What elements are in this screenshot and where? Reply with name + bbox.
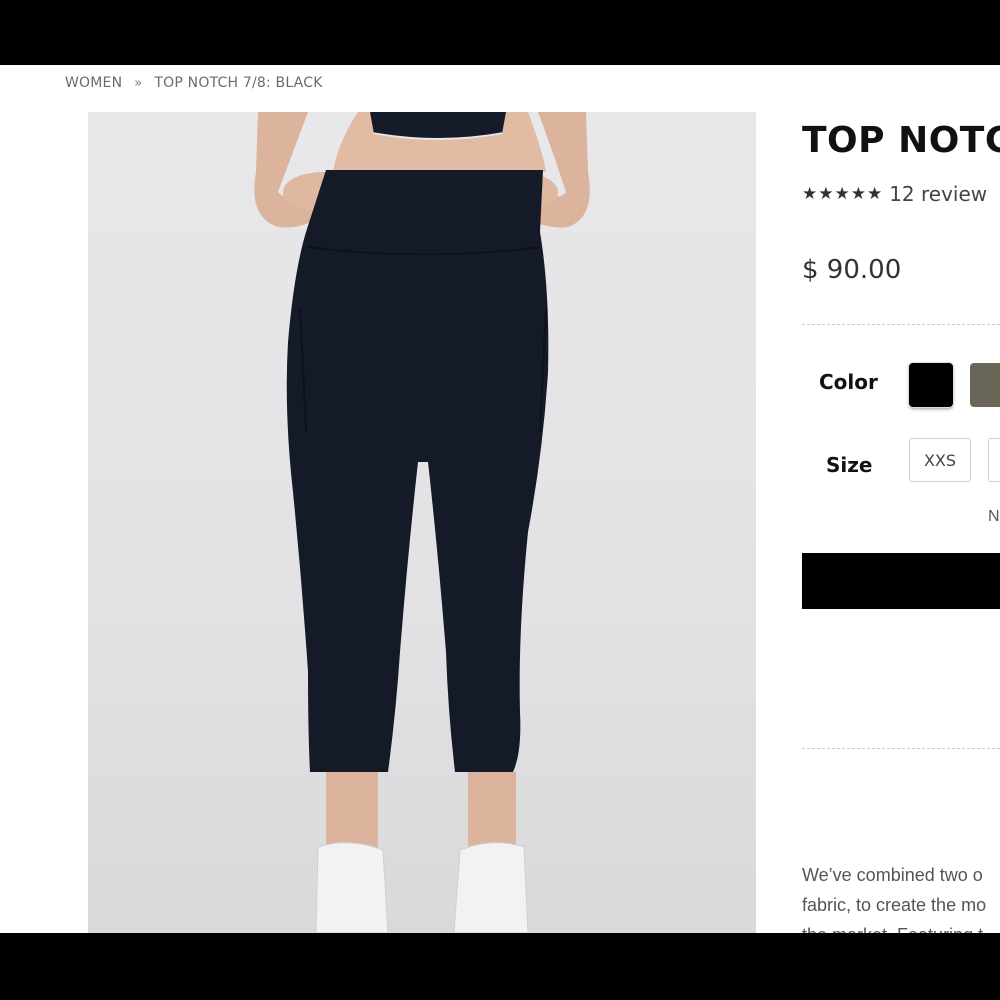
size-option-xxs[interactable]: XXS [909,438,971,482]
star-rating-icon: ★★★★★ [802,184,884,203]
right-sneaker [453,842,529,933]
letterbox-bottom [0,933,1000,1000]
right-ankle [468,772,516,852]
description-line: We’ve combined two o [802,865,983,885]
description-line: fabric, to create the mo [802,895,987,915]
product-price: $ 90.00 [802,255,902,285]
size-note: N [988,508,1000,525]
add-to-cart-button[interactable] [802,553,1000,609]
product-description: We’ve combined two o fabric, to create t… [802,860,1000,933]
breadcrumb-current: TOP NOTCH 7/8: BLACK [154,75,323,91]
description-line: the market. Featuring t [802,920,1000,933]
rating[interactable]: ★★★★★ 12 review [802,182,987,206]
color-swatch-black[interactable] [909,363,953,407]
breadcrumb-link-women[interactable]: WOMEN [65,75,122,91]
breadcrumb-separator: » [134,76,143,91]
color-label: Color [819,370,878,394]
left-ankle [326,772,378,852]
left-sneaker [315,842,389,933]
product-image[interactable] [88,112,756,933]
product-title: TOP NOTCH [802,120,1000,161]
leggings-photo [254,112,590,933]
color-swatch-olive[interactable] [970,363,1000,407]
size-label: Size [826,453,873,477]
crop-top [368,112,508,138]
breadcrumb: WOMEN » TOP NOTCH 7/8: BLACK [65,75,323,91]
divider [802,324,1000,325]
divider [802,748,1000,749]
product-page: WOMEN » TOP NOTCH 7/8: BLACK TOP NOTC ★★★… [0,65,1000,933]
review-count-link[interactable]: 12 review [889,182,987,206]
letterbox-top [0,0,1000,65]
size-option-next[interactable] [988,438,1000,482]
leggings [286,170,549,772]
